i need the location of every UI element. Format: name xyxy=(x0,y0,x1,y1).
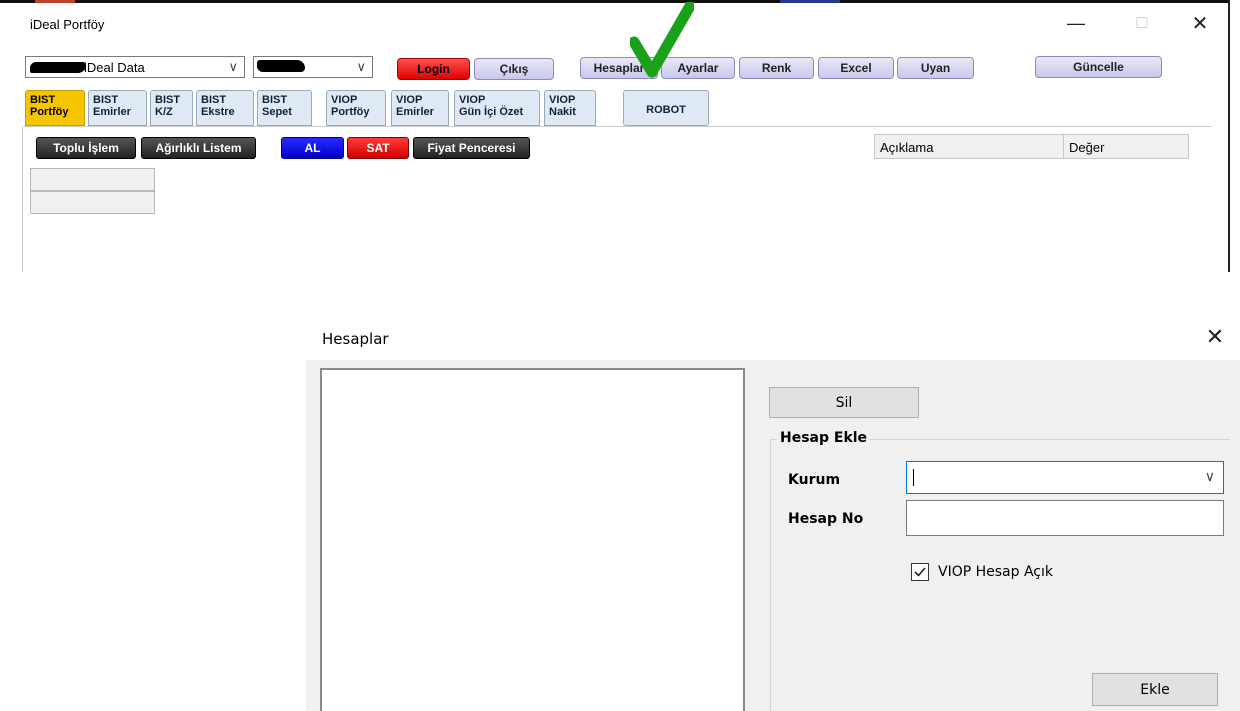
taskbar-strip xyxy=(0,0,1228,3)
chevron-down-icon: ∨ xyxy=(1204,468,1215,484)
maximize-button[interactable]: ☐ xyxy=(1122,8,1162,38)
tab-label-line2: Sepet xyxy=(262,106,292,118)
grid-cell[interactable] xyxy=(30,191,155,214)
description-table: Açıklama Değer xyxy=(874,134,1189,159)
hesap-ekle-group-title: Hesap Ekle xyxy=(777,430,871,446)
tab-label-line1: BIST xyxy=(201,94,227,106)
tab-label-line2: Emirler xyxy=(396,106,434,118)
agirlikli-listem-button[interactable]: Ağırlıklı Listem xyxy=(141,137,256,159)
tab-label-line1: BIST xyxy=(93,94,119,106)
account-combo[interactable]: ∨ xyxy=(253,56,373,78)
tab-label-line1: VIOP xyxy=(459,94,486,106)
tab-viop-gun-ici-ozet[interactable]: VIOP Gün İçi Özet xyxy=(454,90,540,126)
tab-label-line2: Portföy xyxy=(30,106,69,118)
dialog-title: Hesaplar xyxy=(322,330,389,348)
dialog-close-button[interactable]: ✕ xyxy=(1200,322,1230,352)
sil-button[interactable]: Sil xyxy=(769,387,919,418)
tab-label-line1: BIST xyxy=(155,94,181,106)
tab-robot[interactable]: ROBOT xyxy=(623,90,709,126)
tab-viop-emirler[interactable]: VIOP Emirler xyxy=(391,90,449,126)
data-source-value: iDeal Data xyxy=(84,60,145,75)
tab-label-line1: BIST xyxy=(30,94,56,106)
al-button[interactable]: AL xyxy=(281,137,344,159)
cikis-button[interactable]: Çıkış xyxy=(474,58,554,80)
close-button[interactable]: ✕ xyxy=(1180,8,1220,38)
minimize-button[interactable]: — xyxy=(1056,8,1096,38)
redaction-mark xyxy=(257,60,305,72)
tab-label-line1: VIOP xyxy=(549,94,576,106)
login-button[interactable]: Login xyxy=(397,58,470,80)
tab-bist-emirler[interactable]: BIST Emirler xyxy=(88,90,147,126)
uyan-button[interactable]: Uyan xyxy=(897,57,974,79)
tab-bist-portfoy[interactable]: BIST Portföy xyxy=(25,90,85,126)
fiyat-penceresi-button[interactable]: Fiyat Penceresi xyxy=(413,137,530,159)
grid-cell[interactable] xyxy=(30,168,155,191)
kurum-combo[interactable]: ∨ xyxy=(906,461,1224,494)
guncelle-button[interactable]: Güncelle xyxy=(1035,56,1162,78)
column-header-deger[interactable]: Değer xyxy=(1063,134,1189,159)
tab-label-line2: Portföy xyxy=(331,106,370,118)
tab-bist-ekstre[interactable]: BIST Ekstre xyxy=(196,90,254,126)
tab-label-line2: K/Z xyxy=(155,106,173,118)
data-source-combo[interactable]: iDeal Data ∨ xyxy=(25,56,245,78)
tab-viop-nakit[interactable]: VIOP Nakit xyxy=(544,90,596,126)
tab-label-line2: Emirler xyxy=(93,106,131,118)
viop-hesap-checkbox[interactable] xyxy=(911,563,929,581)
tab-label-line2: Gün İçi Özet xyxy=(459,106,524,118)
tab-panel-border xyxy=(24,126,1212,127)
check-icon xyxy=(914,567,926,577)
text-caret xyxy=(913,469,914,486)
tab-label-line1: BIST xyxy=(262,94,288,106)
sat-button[interactable]: SAT xyxy=(347,137,409,159)
tab-bist-sepet[interactable]: BIST Sepet xyxy=(257,90,312,126)
tab-viop-portfoy[interactable]: VIOP Portföy xyxy=(326,90,386,126)
accounts-list[interactable] xyxy=(320,368,745,711)
viop-hesap-label[interactable]: VIOP Hesap Açık xyxy=(938,564,1053,580)
group-border-left xyxy=(770,439,771,711)
tab-label-line2: Nakit xyxy=(549,106,576,118)
chevron-down-icon: ∨ xyxy=(228,59,238,74)
panel-left-border xyxy=(22,126,23,272)
ekle-button[interactable]: Ekle xyxy=(1092,673,1218,706)
tab-label-line2: Ekstre xyxy=(201,106,235,118)
redaction-mark xyxy=(30,62,86,73)
checkmark-icon xyxy=(630,2,694,78)
tab-label-line1: VIOP xyxy=(396,94,423,106)
hesap-no-label: Hesap No xyxy=(788,511,864,527)
tab-bist-kz[interactable]: BIST K/Z xyxy=(150,90,193,126)
toplu-islem-button[interactable]: Toplu İşlem xyxy=(36,137,136,159)
kurum-label: Kurum xyxy=(788,472,841,488)
hesap-no-input[interactable] xyxy=(906,500,1224,536)
chevron-down-icon: ∨ xyxy=(356,59,366,74)
renk-button[interactable]: Renk xyxy=(739,57,814,79)
window-title: iDeal Portföy xyxy=(30,17,105,32)
tab-label-line1: VIOP xyxy=(331,94,358,106)
excel-button[interactable]: Excel xyxy=(818,57,894,79)
column-header-aciklama[interactable]: Açıklama xyxy=(874,134,1064,159)
